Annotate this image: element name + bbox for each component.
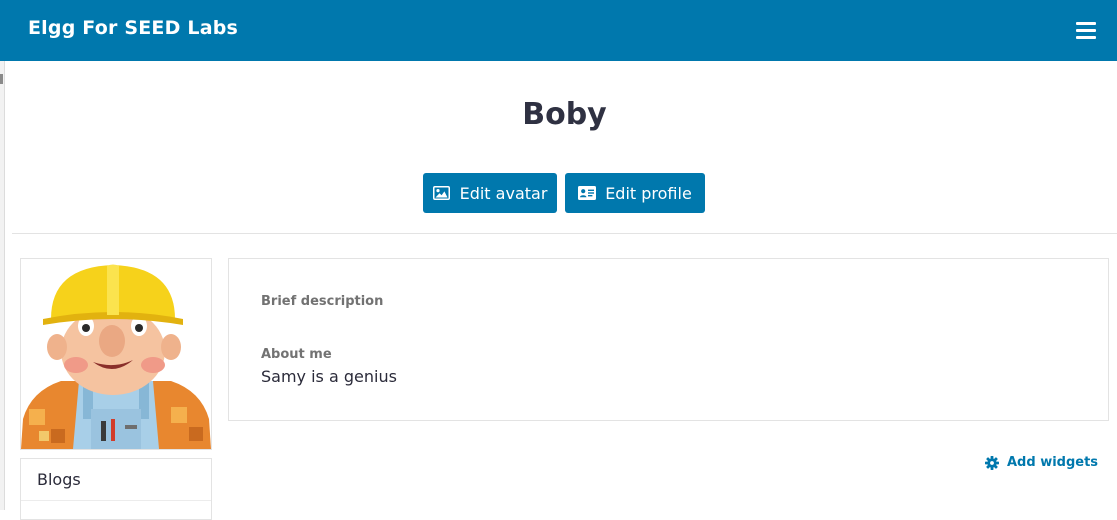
header-divider	[12, 233, 1117, 234]
window-edge-marker	[0, 74, 3, 84]
image-icon	[432, 186, 451, 200]
add-widgets-link[interactable]: Add widgets	[985, 455, 1098, 470]
profile-name: Boby	[522, 97, 607, 132]
about-me-label: About me	[261, 347, 332, 362]
gear-icon	[985, 455, 999, 470]
edit-profile-button[interactable]: Edit profile	[565, 173, 705, 213]
owner-menu: Blogs	[20, 458, 212, 520]
about-me-value: Samy is a genius	[261, 367, 397, 386]
profile-details: Brief description About me Samy is a gen…	[228, 258, 1109, 421]
edit-avatar-button[interactable]: Edit avatar	[423, 173, 557, 213]
top-navbar: Elgg For SEED Labs	[0, 0, 1117, 61]
hamburger-icon[interactable]	[1075, 21, 1097, 39]
id-card-icon	[578, 186, 597, 200]
site-name-link[interactable]: Elgg For SEED Labs	[28, 17, 238, 39]
edit-profile-label: Edit profile	[605, 183, 692, 203]
avatar-image	[21, 259, 211, 449]
add-widgets-label: Add widgets	[1007, 455, 1099, 470]
brief-description-label: Brief description	[261, 294, 384, 309]
edit-avatar-label: Edit avatar	[459, 183, 548, 203]
owner-menu-item-blogs[interactable]: Blogs	[21, 459, 211, 501]
avatar[interactable]	[20, 258, 212, 450]
